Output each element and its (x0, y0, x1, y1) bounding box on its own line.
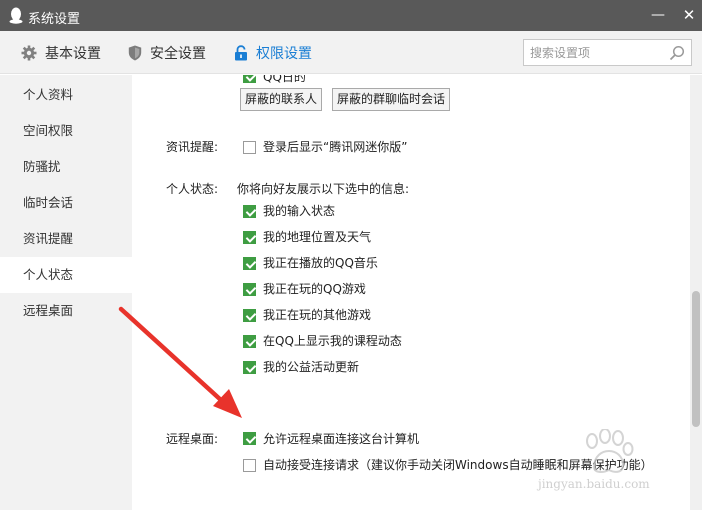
gear-icon (21, 45, 37, 61)
status-option-label: 我正在玩的其他游戏 (263, 308, 372, 322)
tab-basic-settings[interactable]: 基本设置 (21, 43, 101, 63)
tab-permission-settings-label: 权限设置 (256, 46, 312, 62)
remote-allow-checkbox[interactable] (243, 432, 256, 445)
qq-penguin-icon (9, 7, 23, 24)
status-checkbox-other-game[interactable] (243, 309, 256, 322)
status-section-label: 个人状态: (166, 182, 219, 196)
status-intro-text: 你将向好友展示以下选中的信息: (237, 182, 410, 196)
close-button[interactable]: ✕ (678, 5, 700, 25)
sidebar-item-space-permission[interactable]: 空间权限 (0, 113, 132, 149)
tab-security-settings[interactable]: 安全设置 (128, 43, 206, 63)
remote-auto-accept-checkbox[interactable] (243, 459, 256, 472)
status-option-label: 在QQ上显示我的课程动态 (263, 334, 402, 348)
sidebar-item-personal-status[interactable]: 个人状态 (0, 257, 132, 293)
sidebar-item-remote-desktop[interactable]: 远程桌面 (0, 293, 132, 329)
sidebar-item-anti-harassment[interactable]: 防骚扰 (0, 149, 132, 185)
shield-icon (128, 45, 142, 61)
blocked-group-temp-chat-button[interactable]: 屏蔽的群聊临时会话 (332, 88, 450, 111)
blocked-contacts-button[interactable]: 屏蔽的联系人 (240, 88, 322, 111)
sidebar-item-profile[interactable]: 个人资料 (0, 77, 132, 113)
search-icon[interactable] (669, 45, 685, 61)
title-bar: 系统设置 — ✕ (0, 0, 702, 31)
remote-section-label: 远程桌面: (166, 432, 219, 446)
status-checkbox-music[interactable] (243, 257, 256, 270)
lock-icon (235, 45, 247, 61)
sidebar-item-news[interactable]: 资讯提醒 (0, 221, 132, 257)
scrollbar-thumb[interactable] (692, 291, 700, 427)
tab-permission-settings[interactable]: 权限设置 (234, 43, 312, 63)
partial-option-label: QQ日的 (263, 75, 306, 84)
remote-auto-accept-label: 自动接受连接请求（建议你手动关闭Windows自动睡眠和屏幕保护功能） (263, 458, 653, 472)
status-option-label: 我的公益活动更新 (263, 360, 360, 374)
status-option-label: 我的地理位置及天气 (263, 230, 372, 244)
window-title: 系统设置 (28, 12, 81, 27)
news-checkbox[interactable] (243, 141, 256, 154)
tab-security-settings-label: 安全设置 (150, 46, 206, 62)
partial-checkbox[interactable] (243, 75, 256, 83)
status-checkbox-charity[interactable] (243, 361, 256, 374)
status-checkbox-course[interactable] (243, 335, 256, 348)
news-section-label: 资讯提醒: (166, 140, 219, 154)
status-option-label: 我正在播放的QQ音乐 (263, 256, 378, 270)
sidebar-item-temp-session[interactable]: 临时会话 (0, 185, 132, 221)
status-checkbox-typing[interactable] (243, 205, 256, 218)
status-option-label: 我的输入状态 (263, 204, 336, 218)
status-option-label: 我正在玩的QQ游戏 (263, 282, 366, 296)
minimize-button[interactable]: — (647, 5, 669, 25)
remote-allow-label: 允许远程桌面连接这台计算机 (263, 432, 420, 446)
news-option-label: 登录后显示“腾讯网迷你版” (263, 140, 408, 154)
sidebar: 个人资料 空间权限 防骚扰 临时会话 资讯提醒 个人状态 远程桌面 (0, 75, 132, 510)
settings-search[interactable] (523, 39, 692, 66)
tab-basic-settings-label: 基本设置 (45, 46, 101, 62)
status-checkbox-location[interactable] (243, 231, 256, 244)
search-input[interactable] (530, 44, 668, 62)
status-checkbox-qq-game[interactable] (243, 283, 256, 296)
settings-content: QQ日的 屏蔽的联系人 屏蔽的群聊临时会话 资讯提醒: 登录后显示“腾讯网迷你版… (132, 75, 702, 510)
